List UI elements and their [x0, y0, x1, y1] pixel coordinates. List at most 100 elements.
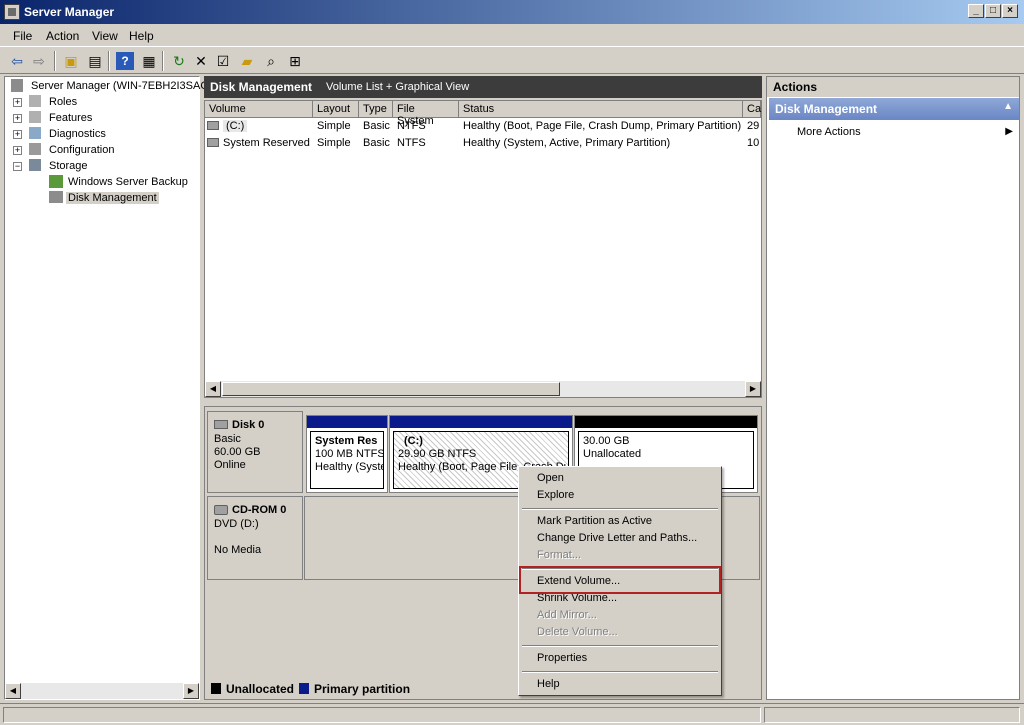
column-file-system[interactable]: File System [393, 101, 459, 127]
menu-item-format: Format... [537, 549, 582, 561]
tree-root[interactable]: Server Manager (WIN-7EBH2I3SAC [9, 79, 208, 95]
toolbar-separator [162, 51, 164, 71]
scroll-right-button[interactable]: ▶ [745, 381, 761, 397]
search-icon[interactable]: ⌕ [262, 52, 280, 70]
settings-icon[interactable]: ☑ [214, 52, 232, 70]
configuration-icon [29, 143, 41, 155]
scroll-left-button[interactable]: ◀ [5, 683, 21, 699]
tree-item-disk-management[interactable]: Disk Management [11, 191, 195, 207]
tree-root-label: Server Manager (WIN-7EBH2I3SAC [31, 80, 209, 92]
actions-section-disk-management[interactable]: Disk Management ▲ [769, 98, 1019, 120]
tree-item-features[interactable]: + Features [11, 111, 191, 127]
tree-item-roles[interactable]: + Roles [11, 95, 191, 111]
volume-list: Volume Layout Type File System Status Ca… [204, 100, 762, 398]
cdrom-label[interactable]: CD-ROM 0 DVD (D:) No Media [207, 496, 303, 580]
features-icon [29, 111, 41, 123]
menu-item-help[interactable]: Help [537, 678, 560, 694]
center-title: Disk Management [210, 80, 313, 94]
up-icon[interactable]: ▣ [62, 52, 80, 70]
delete-icon[interactable]: ✕ [192, 52, 210, 70]
menu-help[interactable]: Help [129, 29, 154, 43]
help-icon[interactable]: ? [116, 52, 134, 70]
diagnostics-icon [29, 127, 41, 139]
cell-layout: Simple [317, 137, 351, 149]
volume-list-horizontal-scrollbar[interactable]: ◀ ▶ [205, 381, 761, 397]
tree-item-storage[interactable]: − Storage [11, 159, 191, 175]
menu-bar: File Action View Help [0, 24, 1024, 46]
disk0-label[interactable]: Disk 0 Basic 60.00 GB Online [207, 411, 303, 493]
scroll-thumb[interactable] [222, 382, 560, 396]
roles-icon [29, 95, 41, 107]
scroll-right-button[interactable]: ▶ [183, 683, 199, 699]
menu-item-open[interactable]: Open [537, 472, 564, 488]
close-button[interactable]: × [1002, 4, 1018, 18]
toolbar-separator [108, 51, 110, 71]
menu-item-explore[interactable]: Explore [537, 489, 574, 505]
column-type[interactable]: Type [359, 101, 393, 118]
menu-item-change-drive-letter[interactable]: Change Drive Letter and Paths... [537, 532, 697, 548]
actions-section-label: Disk Management [775, 102, 878, 116]
show-hide-tree-icon[interactable]: ▤ [86, 52, 104, 70]
maximize-button[interactable]: □ [985, 4, 1001, 18]
expander-icon[interactable]: + [13, 130, 22, 139]
cell-capacity: 10 [747, 137, 760, 149]
cell-layout: Simple [317, 120, 351, 132]
center-view-mode: Volume List + Graphical View [326, 81, 470, 93]
partition-system-reserved[interactable]: System Res 100 MB NTFS Healthy (Syste [306, 415, 388, 493]
expander-icon[interactable]: + [13, 146, 22, 155]
back-icon[interactable]: ⇦ [8, 52, 26, 70]
expander-icon[interactable]: + [13, 98, 22, 107]
storage-icon [29, 159, 41, 171]
status-segment [3, 707, 761, 723]
server-icon [11, 79, 23, 92]
tree-item-configuration[interactable]: + Configuration [11, 143, 191, 159]
menu-item-properties[interactable]: Properties [537, 652, 587, 668]
more-actions-label: More Actions [797, 126, 861, 138]
window-title: Server Manager [24, 5, 115, 19]
tree-item-diagnostics[interactable]: + Diagnostics [11, 127, 191, 143]
properties-pane-icon[interactable]: ▦ [140, 52, 158, 70]
tree-item-windows-server-backup[interactable]: Windows Server Backup [11, 175, 195, 191]
menu-item-mark-active[interactable]: Mark Partition as Active [537, 515, 652, 531]
menu-action[interactable]: Action [46, 29, 79, 43]
expander-icon[interactable]: − [13, 162, 22, 171]
menu-file[interactable]: File [13, 29, 32, 43]
extend-volume-highlight [519, 566, 721, 594]
partition-bar [575, 416, 757, 428]
cdrom-icon [214, 505, 228, 515]
cdrom-media: No Media [214, 544, 262, 556]
column-layout[interactable]: Layout [313, 101, 359, 118]
menu-view[interactable]: View [92, 29, 118, 43]
legend-swatch-primary [299, 683, 309, 694]
cdrom-name: CD-ROM 0 [232, 504, 287, 516]
tree-horizontal-scrollbar[interactable]: ◀ ▶ [5, 683, 199, 699]
scroll-left-button[interactable]: ◀ [205, 381, 221, 397]
collapse-icon[interactable]: ▲ [1003, 101, 1013, 112]
cdrom-type: DVD (D:) [214, 518, 259, 530]
tree-label: Storage [49, 160, 88, 172]
actions-header: Actions [767, 77, 1019, 97]
expander-icon[interactable]: + [13, 114, 22, 123]
legend-primary: Primary partition [314, 682, 411, 696]
tree-label: Diagnostics [49, 128, 106, 140]
tree-label: Roles [49, 96, 78, 108]
open-folder-icon[interactable]: ▰ [238, 52, 256, 70]
column-capacity[interactable]: Ca [743, 101, 761, 118]
cell-volume: (C:) [223, 120, 248, 132]
toolbar: ⇦ ⇨ ▣ ▤ ? ▦ ↻ ✕ ☑ ▰ ⌕ ⊞ [0, 46, 1024, 74]
tree-label: Windows Server Backup [68, 176, 188, 188]
server-manager-icon [4, 4, 20, 20]
cell-type: Basic [363, 120, 390, 132]
partition-status: Healthy (Syste [315, 461, 384, 473]
minimize-button[interactable]: _ [968, 4, 984, 18]
cell-volume: System Reserved [223, 137, 310, 149]
disk-state: Online [214, 459, 246, 471]
menu-separator [522, 645, 718, 647]
disk-icon[interactable]: ⊞ [286, 52, 304, 70]
refresh-icon[interactable]: ↻ [170, 52, 188, 70]
menu-item-shrink-volume[interactable]: Shrink Volume... [537, 592, 617, 608]
more-actions-item[interactable]: More Actions ▶ [797, 126, 1013, 142]
column-volume[interactable]: Volume [205, 101, 313, 118]
forward-icon[interactable]: ⇨ [30, 52, 48, 70]
column-status[interactable]: Status [459, 101, 743, 118]
